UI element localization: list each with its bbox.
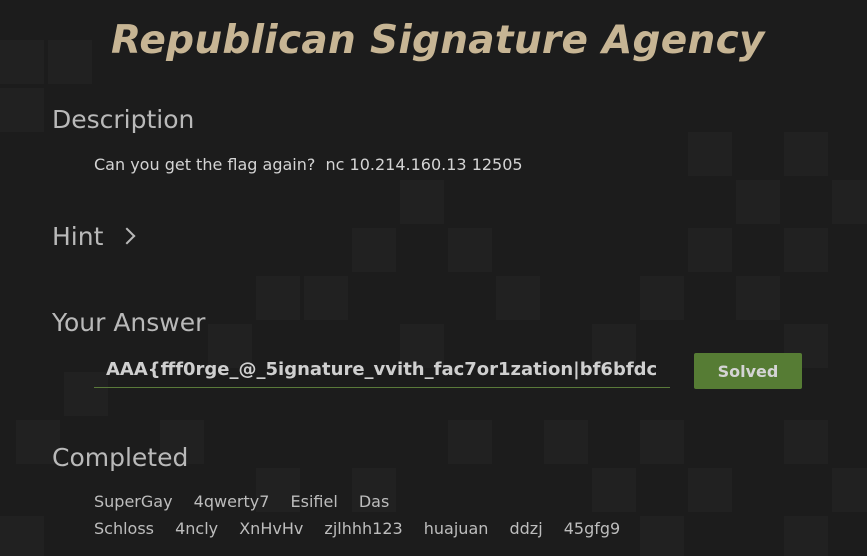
solver-name: ddzj xyxy=(509,519,543,538)
solver-name: 45gfg9 xyxy=(563,519,621,538)
hint-heading: Hint xyxy=(52,222,104,251)
solved-button[interactable]: Solved xyxy=(694,353,802,389)
solver-name: Esifiel xyxy=(290,492,338,511)
solver-name: 4ncly xyxy=(175,519,219,538)
solver-name: XnHvHv xyxy=(239,519,304,538)
solver-name: huajuan xyxy=(423,519,489,538)
answer-input[interactable] xyxy=(94,352,670,388)
chevron-right-icon xyxy=(118,227,136,245)
solvers-row-1: SuperGay 4qwerty7 Esifiel Das xyxy=(94,492,405,511)
description-heading: Description xyxy=(52,105,195,134)
solver-name: SuperGay xyxy=(94,492,173,511)
solver-name: Das xyxy=(358,492,390,511)
solver-name: Schloss xyxy=(94,519,154,538)
completed-heading: Completed xyxy=(52,443,189,472)
background-pattern xyxy=(0,0,867,556)
page-title: Republican Signature Agency xyxy=(111,18,765,63)
hint-toggle[interactable]: Hint xyxy=(52,222,136,251)
solver-name: 4qwerty7 xyxy=(193,492,270,511)
solver-name: zjlhhh123 xyxy=(324,519,403,538)
answer-heading: Your Answer xyxy=(52,308,206,337)
description-text: Can you get the flag again? nc 10.214.16… xyxy=(94,155,523,174)
solvers-row-2: Schloss 4ncly XnHvHv zjlhhh123 huajuan d… xyxy=(94,519,636,538)
